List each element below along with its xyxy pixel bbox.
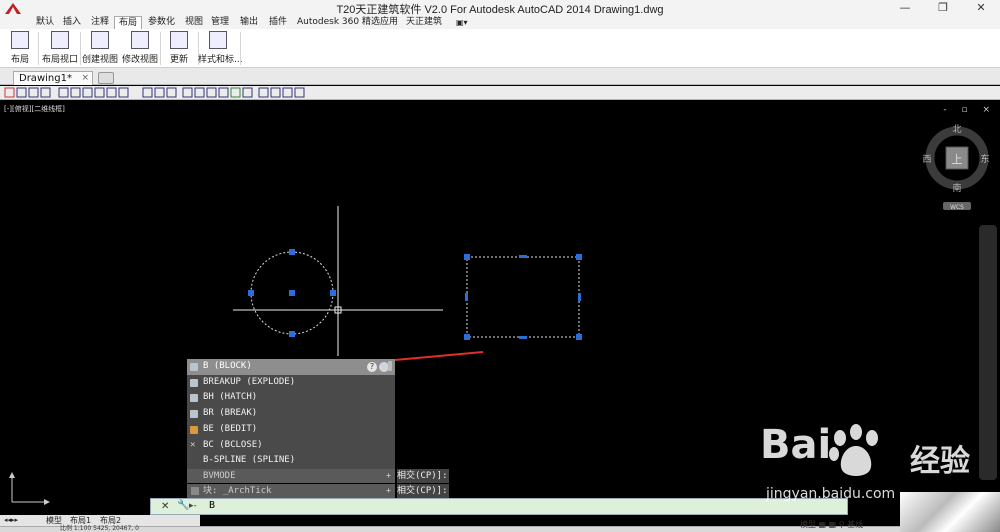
command-line[interactable]: ✕ 🔧 ▸- B bbox=[150, 498, 848, 515]
scale-readout[interactable]: 比例 1:100 bbox=[60, 525, 91, 532]
tab-autodesk-360[interactable]: Autodesk 360 bbox=[293, 16, 363, 29]
help-icon[interactable]: ? bbox=[367, 362, 377, 372]
tab-featured-apps[interactable]: 精选应用 bbox=[358, 16, 402, 29]
command-autocomplete-list: B (BLOCK) ? BREAKUP (EXPLODE) BH (HATCH)… bbox=[187, 359, 395, 469]
suggestion-break[interactable]: BR (BREAK) bbox=[187, 406, 395, 422]
ribbon-separator bbox=[38, 32, 39, 65]
ribbon-panel: 布局 布局视口 创建视图 修改视图 更新 样式和标... bbox=[0, 29, 1000, 68]
close-tab-icon[interactable]: × bbox=[81, 72, 89, 85]
suggestion-breakup[interactable]: BREAKUP (EXPLODE) bbox=[187, 375, 395, 391]
viewport-icon bbox=[51, 31, 69, 49]
rectangle-grips[interactable] bbox=[464, 254, 582, 340]
tab-plugins[interactable]: 插件 bbox=[265, 16, 291, 29]
break-icon bbox=[190, 410, 198, 419]
compass-north[interactable]: 北 bbox=[952, 124, 961, 135]
tab-insert[interactable]: 插入 bbox=[59, 16, 85, 29]
tab-manage[interactable]: 管理 bbox=[207, 16, 233, 29]
tab-tianzheng[interactable]: 天正建筑 bbox=[402, 16, 446, 29]
status-tools[interactable]: 模型 ▦ ▦ ⚲ 基线 bbox=[800, 519, 863, 530]
folder-icon bbox=[91, 31, 109, 49]
compass-west[interactable]: 西 bbox=[922, 154, 931, 165]
title-bar: T20天正建筑软件 V2.0 For Autodesk AutoCAD 2014… bbox=[0, 0, 1000, 16]
minimize-button[interactable]: — bbox=[886, 0, 924, 16]
jingyan-logo: 经验 bbox=[910, 444, 970, 479]
command-input[interactable]: B bbox=[209, 500, 215, 511]
watermark-url: jingyan.baidu.com bbox=[766, 486, 896, 502]
toolbar-icons[interactable] bbox=[3, 86, 313, 99]
block-editor-icon bbox=[190, 425, 198, 434]
window-controls: — ❐ ✕ bbox=[886, 0, 1000, 16]
tab-parametric[interactable]: 参数化 bbox=[144, 16, 179, 29]
ucs-icon bbox=[9, 472, 50, 505]
tab-layout[interactable]: 布局 bbox=[114, 16, 143, 29]
suggestion-bclose[interactable]: ✕ BC (BCLOSE) bbox=[187, 438, 395, 454]
tab-output[interactable]: 输出 bbox=[236, 16, 262, 29]
tab-nav-icon[interactable]: ◂◂▸▸ bbox=[4, 515, 18, 526]
expand-icon[interactable]: + bbox=[386, 484, 391, 498]
viewcube-top[interactable]: 上 bbox=[952, 153, 963, 166]
close-icon: ✕ bbox=[190, 439, 196, 450]
ribbon-tab-bar: 默认 插入 注释 布局 参数化 视图 管理 输出 插件 Autodesk 360… bbox=[0, 16, 1000, 29]
new-tab-button[interactable] bbox=[98, 72, 114, 84]
suggestion-bedit[interactable]: BE (BEDIT) bbox=[187, 422, 395, 438]
layout-viewport-button[interactable]: 布局视口 bbox=[40, 31, 80, 67]
explode-icon bbox=[190, 378, 198, 387]
close-command-line-icon[interactable]: ✕ bbox=[161, 501, 169, 512]
compass-east[interactable]: 东 bbox=[980, 153, 989, 165]
tab-annotate[interactable]: 注释 bbox=[87, 16, 113, 29]
update-button[interactable]: 更新 bbox=[159, 31, 199, 67]
block-icon bbox=[190, 363, 198, 371]
suggestion-spline[interactable]: B-SPLINE (SPLINE) bbox=[187, 453, 395, 469]
ribbon-separator bbox=[240, 32, 241, 65]
autocomplete-scrollbar[interactable] bbox=[388, 361, 392, 371]
tab-view[interactable]: 视图 bbox=[181, 16, 207, 29]
maximize-button[interactable]: ❐ bbox=[924, 0, 962, 16]
coordinate-readout: 比例 1:100 5425, 20467, 0 bbox=[60, 525, 139, 532]
navigation-bar[interactable] bbox=[979, 225, 997, 480]
wcs-menu[interactable]: WCS bbox=[950, 204, 964, 211]
tianzheng-toolbar bbox=[0, 86, 1000, 100]
avatar bbox=[900, 492, 1000, 532]
edit-folder-icon bbox=[131, 31, 149, 49]
command-prompt-icon: ▸- bbox=[189, 501, 197, 511]
layout-button[interactable]: 布局 bbox=[0, 31, 40, 67]
styles-button[interactable]: 样式和标... bbox=[198, 31, 243, 67]
layout-icon bbox=[11, 31, 29, 49]
hatch-icon bbox=[190, 394, 198, 403]
update-icon bbox=[170, 31, 188, 49]
block-icon bbox=[191, 487, 199, 495]
history-line: BVMODE + 相交(CP)]: bbox=[187, 469, 449, 483]
customize-wrench-icon[interactable]: 🔧 bbox=[177, 500, 189, 511]
style-icon bbox=[209, 31, 227, 49]
paw-icon bbox=[829, 424, 878, 476]
document-tab-bar: Drawing1* × bbox=[0, 68, 1000, 85]
tab-default[interactable]: 默认 bbox=[32, 16, 58, 29]
modify-view-button[interactable]: 修改视图 bbox=[120, 31, 160, 67]
circle-grips[interactable] bbox=[248, 249, 336, 337]
history-line: 块: _ArchTick + 相交(CP)]: bbox=[187, 484, 449, 498]
selected-rectangle[interactable] bbox=[466, 256, 580, 338]
window-title: T20天正建筑软件 V2.0 For Autodesk AutoCAD 2014… bbox=[336, 4, 664, 16]
expand-icon[interactable]: + bbox=[386, 469, 391, 483]
suggestion-block[interactable]: B (BLOCK) ? bbox=[187, 359, 395, 375]
document-tab[interactable]: Drawing1* × bbox=[13, 71, 93, 85]
ribbon-toggle-icon[interactable]: ▣▾ bbox=[452, 16, 472, 29]
create-view-button[interactable]: 创建视图 bbox=[80, 31, 120, 67]
suggestion-hatch[interactable]: BH (HATCH) bbox=[187, 390, 395, 406]
baidu-logo: Bai bbox=[760, 422, 832, 468]
close-button[interactable]: ✕ bbox=[962, 0, 1000, 16]
viewcube[interactable]: 上 北 南 东 西 WCS bbox=[921, 122, 993, 212]
compass-south[interactable]: 南 bbox=[952, 182, 961, 194]
